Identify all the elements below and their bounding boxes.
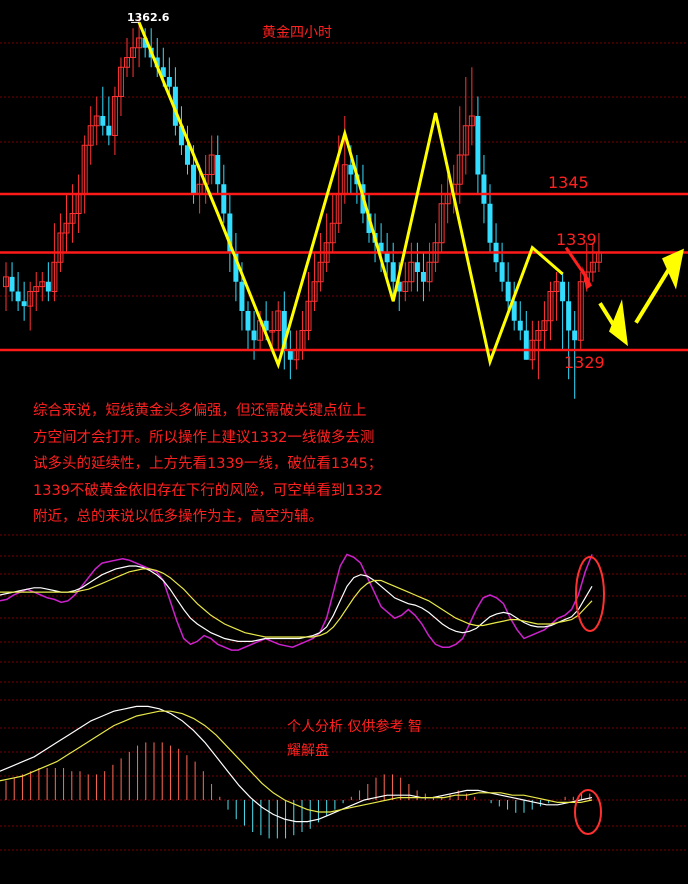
candle-body — [166, 77, 172, 87]
highlight-circle-macd — [574, 789, 602, 835]
oscillator-panel — [0, 553, 593, 651]
candle-body — [106, 125, 112, 136]
highlight-circles — [574, 556, 605, 835]
level-label-1345: 1345 — [548, 173, 589, 192]
disclaimer-line-2: 耀解盘 — [287, 743, 329, 759]
oscillator-magenta-line — [0, 553, 593, 651]
candle-body — [251, 330, 257, 341]
candle-body — [100, 116, 106, 126]
analysis-line: 试多头的延续性，上方先看1339一线，破位看1345； — [33, 456, 383, 472]
candle-body — [45, 281, 51, 292]
candle-body — [560, 281, 566, 302]
yellow-up-arrowhead — [662, 248, 684, 290]
highlight-circle-oscillator — [575, 556, 605, 632]
candle-body — [348, 164, 354, 175]
candle-body — [475, 116, 481, 175]
candle-body — [215, 155, 221, 185]
candle-body — [420, 272, 426, 282]
disclaimer-line-1: 个人分析 仅供参考 智 — [287, 719, 422, 735]
candle-body — [9, 276, 15, 292]
analysis-line: 1339不破黄金依旧存在下行的风险，可空单看到1332 — [33, 482, 383, 499]
analysis-line: 方空间才会打开。所以操作上建议1332一线做多去测 — [33, 429, 375, 446]
chart-title: 黄金四小时 — [262, 25, 332, 41]
candle-body — [499, 262, 505, 282]
analysis-line: 附近，总的来说以低多操作为主，高空为辅。 — [33, 509, 323, 525]
candle-body — [572, 330, 578, 341]
level-label-1339: 1339 — [556, 230, 597, 249]
candle-body — [566, 301, 572, 331]
candle-body — [21, 301, 27, 307]
yellow-up-arrow-shaft — [634, 263, 674, 324]
analysis-text: 综合来说，短线黄金头多偏强，但还需破关键点位上 方空间才会打开。所以操作上建议1… — [33, 398, 433, 531]
candle-body — [505, 281, 511, 302]
candle-body — [481, 174, 487, 204]
candle-body — [414, 262, 420, 272]
analysis-line: 综合来说，短线黄金头多偏强，但还需破关键点位上 — [33, 403, 367, 419]
candle-body — [239, 281, 245, 311]
candle-body — [221, 184, 227, 214]
level-label-1329: 1329 — [564, 353, 605, 372]
candle-body — [15, 291, 21, 302]
candle-body — [517, 320, 523, 331]
candle-body — [487, 203, 493, 243]
candle-body — [384, 252, 390, 263]
candle-body — [191, 164, 197, 194]
peak-price-label: 1362.6 — [127, 11, 170, 24]
candle-body — [287, 350, 293, 360]
candlesticks — [3, 18, 602, 399]
candle-body — [245, 311, 251, 331]
candle-body — [390, 262, 396, 282]
candle-body — [523, 330, 529, 360]
